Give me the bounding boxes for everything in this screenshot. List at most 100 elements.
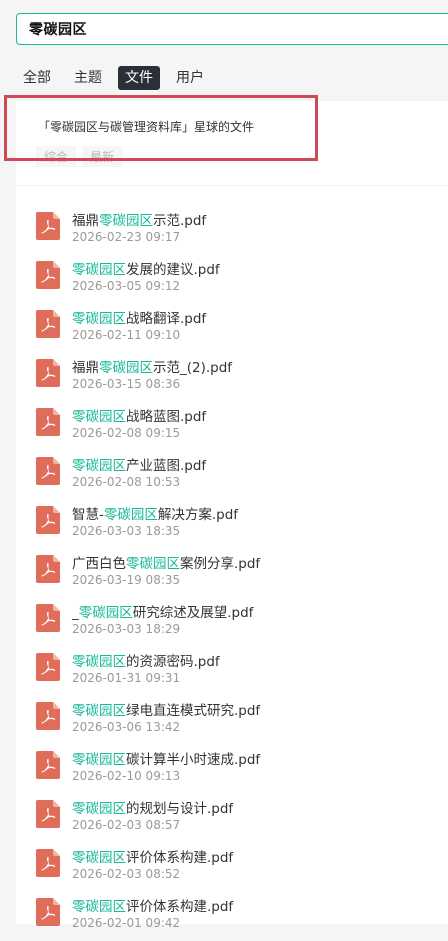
file-name: 广西白色零碳园区案例分享.pdf bbox=[72, 552, 260, 572]
file-name-match: 零碳园区 bbox=[72, 801, 126, 817]
file-date: 2026-03-19 08:35 bbox=[72, 573, 181, 587]
file-name-prefix: 广西白色 bbox=[72, 556, 126, 572]
file-name-match: 零碳园区 bbox=[72, 262, 126, 278]
pdf-file-icon bbox=[36, 359, 60, 387]
file-date: 2026-02-08 10:53 bbox=[72, 475, 181, 489]
file-name-match: 零碳园区 bbox=[72, 752, 126, 768]
pdf-file-icon bbox=[36, 506, 60, 534]
file-name-prefix: _ bbox=[72, 605, 79, 621]
file-date: 2026-02-10 09:13 bbox=[72, 769, 181, 783]
file-list-item[interactable]: _零碳园区研究综述及展望.pdf 2026-03-03 18:29 bbox=[16, 598, 448, 647]
file-name-suffix: 研究综述及展望.pdf bbox=[132, 605, 254, 621]
file-date: 2026-03-03 18:29 bbox=[72, 622, 181, 636]
file-date: 2026-02-23 09:17 bbox=[72, 230, 181, 244]
file-name-match: 零碳园区 bbox=[72, 899, 126, 915]
file-list-item[interactable]: 广西白色零碳园区案例分享.pdf 2026-03-19 08:35 bbox=[16, 549, 448, 598]
results-panel: 「零碳园区与碳管理资料库」星球的文件 综合 最新 福鼎零碳园区示范.pdf 20… bbox=[16, 101, 448, 930]
file-list-item[interactable]: 零碳园区碳计算半小时速成.pdf 2026-02-10 09:13 bbox=[16, 745, 448, 794]
file-name: 零碳园区评价体系构建.pdf bbox=[72, 846, 233, 866]
file-name-suffix: 碳计算半小时速成.pdf bbox=[126, 752, 261, 768]
file-name: 零碳园区的规划与设计.pdf bbox=[72, 797, 233, 817]
file-date: 2026-02-03 08:57 bbox=[72, 818, 181, 832]
file-name-suffix: 评价体系构建.pdf bbox=[126, 899, 234, 915]
file-name-match: 零碳园区 bbox=[99, 213, 153, 229]
pdf-file-icon bbox=[36, 849, 60, 877]
tab-files[interactable]: 文件 bbox=[118, 66, 160, 90]
file-list-item[interactable]: 福鼎零碳园区示范.pdf 2026-02-23 09:17 bbox=[16, 206, 448, 255]
file-name-match: 零碳园区 bbox=[99, 360, 153, 376]
file-list-item[interactable]: 零碳园区评价体系构建.pdf 2026-02-01 09:42 bbox=[16, 892, 448, 941]
file-date: 2026-03-06 13:42 bbox=[72, 720, 181, 734]
file-name: 福鼎零碳园区示范_(2).pdf bbox=[72, 356, 232, 376]
file-name-match: 零碳园区 bbox=[72, 850, 126, 866]
file-date: 2026-02-01 09:42 bbox=[72, 916, 181, 930]
file-date: 2026-03-03 18:35 bbox=[72, 524, 181, 538]
file-list-item[interactable]: 零碳园区产业蓝图.pdf 2026-02-08 10:53 bbox=[16, 451, 448, 500]
file-name-suffix: 产业蓝图.pdf bbox=[126, 458, 207, 474]
file-name-match: 零碳园区 bbox=[72, 311, 126, 327]
tab-all[interactable]: 全部 bbox=[16, 66, 58, 90]
file-name-prefix: 智慧- bbox=[72, 507, 104, 523]
file-name: 零碳园区战略蓝图.pdf bbox=[72, 405, 206, 425]
file-list-item[interactable]: 零碳园区战略翻译.pdf 2026-02-11 09:10 bbox=[16, 304, 448, 353]
file-name-prefix: 福鼎 bbox=[72, 213, 99, 229]
file-date: 2026-02-11 09:10 bbox=[72, 328, 181, 342]
group-title: 「零碳园区与碳管理资料库」星球的文件 bbox=[38, 120, 255, 134]
file-name: _零碳园区研究综述及展望.pdf bbox=[72, 601, 253, 621]
file-list-item[interactable]: 福鼎零碳园区示范_(2).pdf 2026-03-15 08:36 bbox=[16, 353, 448, 402]
tab-topics[interactable]: 主题 bbox=[67, 66, 109, 90]
file-name-suffix: 的规划与设计.pdf bbox=[126, 801, 234, 817]
file-list-item[interactable]: 零碳园区的规划与设计.pdf 2026-02-03 08:57 bbox=[16, 794, 448, 843]
file-list-item[interactable]: 智慧-零碳园区解决方案.pdf 2026-03-03 18:35 bbox=[16, 500, 448, 549]
file-name-suffix: 的资源密码.pdf bbox=[126, 654, 220, 670]
file-name-prefix: 福鼎 bbox=[72, 360, 99, 376]
file-name-suffix: 示范.pdf bbox=[153, 213, 207, 229]
pdf-file-icon bbox=[36, 751, 60, 779]
pdf-file-icon bbox=[36, 457, 60, 485]
file-list-item[interactable]: 零碳园区绿电直连模式研究.pdf 2026-03-06 13:42 bbox=[16, 696, 448, 745]
file-name: 福鼎零碳园区示范.pdf bbox=[72, 209, 206, 229]
file-list-item[interactable]: 零碳园区评价体系构建.pdf 2026-02-03 08:52 bbox=[16, 843, 448, 892]
file-name-match: 零碳园区 bbox=[103, 507, 158, 523]
file-name-match: 零碳园区 bbox=[72, 458, 126, 474]
sort-tabs: 综合 最新 bbox=[36, 146, 128, 167]
pdf-file-icon bbox=[36, 604, 60, 632]
search-query-text: 零碳园区 bbox=[29, 22, 87, 38]
file-name-suffix: 绿电直连模式研究.pdf bbox=[126, 703, 261, 719]
file-name: 零碳园区评价体系构建.pdf bbox=[72, 895, 233, 915]
file-list: 福鼎零碳园区示范.pdf 2026-02-23 09:17 零碳园区发展的建议.… bbox=[16, 186, 448, 941]
search-input[interactable]: 零碳园区 bbox=[16, 13, 448, 45]
pdf-file-icon bbox=[36, 653, 60, 681]
file-name: 智慧-零碳园区解决方案.pdf bbox=[72, 503, 238, 523]
file-list-item[interactable]: 零碳园区战略蓝图.pdf 2026-02-08 09:15 bbox=[16, 402, 448, 451]
pdf-file-icon bbox=[36, 212, 60, 240]
file-date: 2026-03-05 09:12 bbox=[72, 279, 181, 293]
group-header: 「零碳园区与碳管理资料库」星球的文件 综合 最新 bbox=[16, 101, 448, 186]
file-name: 零碳园区发展的建议.pdf bbox=[72, 258, 220, 278]
pdf-file-icon bbox=[36, 408, 60, 436]
pdf-file-icon bbox=[36, 702, 60, 730]
file-name-suffix: 战略翻译.pdf bbox=[126, 311, 207, 327]
pdf-file-icon bbox=[36, 261, 60, 289]
file-date: 2026-01-31 09:31 bbox=[72, 671, 181, 685]
file-name-suffix: 战略蓝图.pdf bbox=[126, 409, 207, 425]
file-name: 零碳园区的资源密码.pdf bbox=[72, 650, 220, 670]
file-list-item[interactable]: 零碳园区的资源密码.pdf 2026-01-31 09:31 bbox=[16, 647, 448, 696]
search-type-tabs: 全部 主题 文件 用户 bbox=[16, 66, 220, 90]
file-list-item[interactable]: 零碳园区发展的建议.pdf 2026-03-05 09:12 bbox=[16, 255, 448, 304]
file-name-suffix: 解决方案.pdf bbox=[157, 507, 239, 523]
pdf-file-icon bbox=[36, 800, 60, 828]
file-date: 2026-02-08 09:15 bbox=[72, 426, 181, 440]
file-name: 零碳园区产业蓝图.pdf bbox=[72, 454, 206, 474]
file-name: 零碳园区绿电直连模式研究.pdf bbox=[72, 699, 260, 719]
file-date: 2026-03-15 08:36 bbox=[72, 377, 181, 391]
file-name: 零碳园区战略翻译.pdf bbox=[72, 307, 206, 327]
file-name-suffix: 案例分享.pdf bbox=[180, 556, 261, 572]
pdf-file-icon bbox=[36, 898, 60, 926]
file-name-suffix: 评价体系构建.pdf bbox=[126, 850, 234, 866]
tab-users[interactable]: 用户 bbox=[169, 66, 211, 90]
pdf-file-icon bbox=[36, 310, 60, 338]
sort-tab-latest[interactable]: 最新 bbox=[82, 146, 123, 167]
sort-tab-comprehensive[interactable]: 综合 bbox=[36, 146, 77, 167]
file-name: 零碳园区碳计算半小时速成.pdf bbox=[72, 748, 260, 768]
